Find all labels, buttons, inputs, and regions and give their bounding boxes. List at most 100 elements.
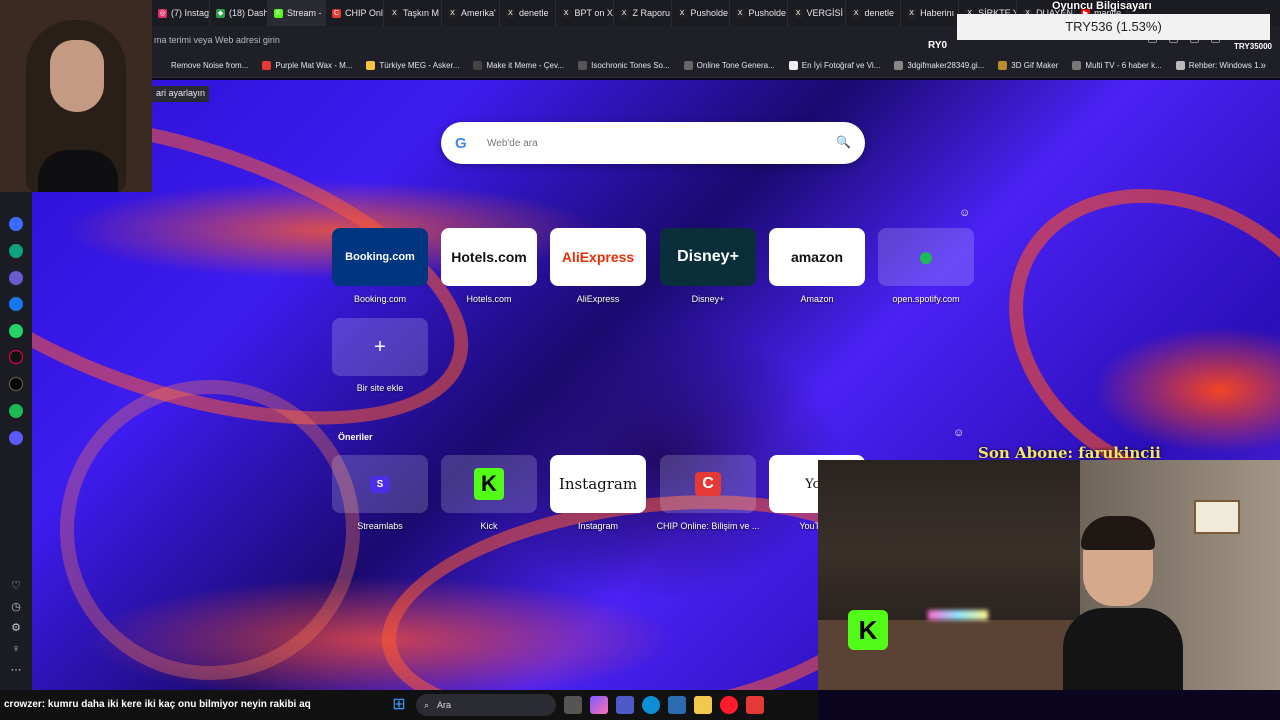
tab-favicon-icon: X (735, 8, 745, 18)
bookmarks-more-button[interactable]: » (1260, 60, 1266, 71)
chat-message: : kumru daha iki kere iki kaç onu bilmiy… (41, 699, 311, 710)
search-icon[interactable]: 🔍 (836, 135, 851, 149)
tab-label: Z Raporu (632, 8, 671, 18)
app-icon[interactable] (746, 696, 764, 714)
bookmark-favicon-icon (578, 61, 588, 70)
suggestion-label: CHIP Online: Bilişim ve ... (656, 521, 760, 531)
bookmark-item[interactable]: Türkiye MEG - Asker... (366, 61, 459, 70)
search-box[interactable]: G 🔍 (441, 122, 865, 164)
speed-dial-tile[interactable]: Booking.com (332, 228, 428, 286)
bookmark-item[interactable]: Online Tone Genera... (683, 61, 775, 70)
donation-goal-target: TRY35000 (1234, 42, 1272, 51)
suggestion-logo: Instagram (558, 475, 638, 493)
bookmark-item[interactable]: 3dgifmaker28349.gi... (894, 61, 984, 70)
bookmark-item[interactable]: Purple Mat Wax - M... (262, 61, 352, 70)
copilot-icon[interactable] (590, 696, 608, 714)
store-icon[interactable] (668, 696, 686, 714)
tab-favicon-icon: X (506, 8, 515, 18)
bookmark-item[interactable]: Remove Noise from... (158, 61, 248, 70)
search-input[interactable] (487, 137, 827, 149)
add-site-button[interactable]: + (332, 318, 428, 376)
tab-11[interactable]: X VERGİSİ (788, 0, 846, 26)
bookmark-item[interactable]: En İyi Fotoğraf ve Vi... (788, 61, 880, 70)
tiktok-icon[interactable] (9, 350, 23, 364)
suggestion-logo: C (695, 472, 721, 496)
tab-9[interactable]: X Pusholde (672, 0, 730, 26)
taskbar-search-label: Ara (437, 700, 452, 710)
suggestion-tile[interactable]: C (660, 455, 756, 513)
browser-sidebar: ♡ ◷ ⚙ ♀ ⋯ (0, 192, 32, 690)
bookmark-item[interactable]: Make it Meme - Çev... (473, 61, 564, 70)
tab-12[interactable]: Xdenetle (846, 0, 902, 26)
tab-6[interactable]: Xdenetle (500, 0, 556, 26)
bookmark-item[interactable]: Multi TV - 6 haber k... (1072, 61, 1162, 70)
tab-favicon-icon: X (907, 8, 917, 18)
tab-label: denetle (864, 8, 895, 18)
address-placeholder[interactable]: ma terimi veya Web adresi girin (154, 35, 280, 45)
search-icon: ⌕ (424, 699, 430, 710)
tab-8[interactable]: XZ Raporu (614, 0, 672, 26)
history-icon[interactable]: ◷ (10, 601, 22, 613)
add-site-label: Bir site ekle (356, 383, 404, 393)
tab-favicon-icon: C (332, 8, 341, 18)
suggestion-tile[interactable]: Instagram (550, 455, 646, 513)
tab-favicon-icon: X (619, 8, 629, 18)
chatgpt-icon[interactable] (9, 244, 23, 258)
chat-username: crowzer (4, 699, 42, 710)
edge-icon[interactable] (642, 696, 660, 714)
tab-3[interactable]: C CHIP Onl (326, 0, 384, 26)
heart-icon[interactable]: ♡ (10, 580, 22, 592)
bookmark-item[interactable]: Rehber: Windows 1... (1175, 61, 1265, 70)
tab-4[interactable]: X Taşkın M (384, 0, 442, 26)
speed-dial-tile[interactable]: amazon (769, 228, 865, 286)
bookmark-item[interactable]: Isochronic Tones So... (578, 61, 670, 70)
task-view-icon[interactable] (564, 696, 582, 714)
suggestion-tile[interactable]: S (332, 455, 428, 513)
explorer-icon[interactable] (694, 696, 712, 714)
tab-13[interactable]: X Haberinı (901, 0, 960, 26)
tab-10[interactable]: X Pusholde (730, 0, 788, 26)
tab-0[interactable]: ◎ (7) Instag (152, 0, 210, 26)
speed-dial-tile[interactable]: Disney+ (660, 228, 756, 286)
teams-icon[interactable] (616, 696, 634, 714)
google-icon: G (455, 134, 467, 152)
bookmark-label: Multi TV - 6 haber k... (1085, 61, 1162, 70)
chatsonic-icon[interactable] (9, 271, 23, 285)
smiley-icon[interactable]: ☺ (959, 207, 970, 219)
tab-favicon-icon: X (677, 8, 687, 18)
speed-dial-label: Amazon (800, 294, 834, 304)
x-icon[interactable] (9, 377, 23, 391)
bookmark-label: Türkiye MEG - Asker... (379, 61, 460, 70)
taskbar-search[interactable]: ⌕ Ara (416, 694, 556, 716)
speed-dial-label: Disney+ (691, 294, 725, 304)
tab-favicon-icon: X (561, 8, 571, 18)
player-icon[interactable] (9, 431, 23, 445)
settings-icon[interactable]: ⚙ (10, 622, 22, 634)
speed-dial-tile[interactable]: ● (878, 228, 974, 286)
speed-dial-tile[interactable]: AliExpress (550, 228, 646, 286)
bulb-icon[interactable]: ♀ (10, 643, 22, 655)
tab-5[interactable]: X Amerika' (442, 0, 500, 26)
tab-favicon-icon: K (274, 8, 283, 18)
donation-goal-bar: TRY536 (1.53%) (957, 14, 1270, 40)
windows-start-icon[interactable]: ⊞ (390, 696, 408, 714)
spotify-icon[interactable] (9, 404, 23, 418)
smiley-icon-2[interactable]: ☺ (953, 427, 964, 439)
whatsapp-icon[interactable] (9, 324, 23, 338)
tab-2[interactable]: K Stream - (268, 0, 326, 26)
donation-goal-title: Oyuncu Bilgisayarı (1052, 0, 1152, 12)
aria-icon[interactable] (9, 217, 23, 231)
donation-goal-start: RY0 (928, 40, 948, 51)
messenger-icon[interactable] (9, 297, 23, 311)
opera-icon[interactable] (720, 696, 738, 714)
bookmark-item[interactable]: 3D Gif Maker (998, 61, 1058, 70)
speed-dial-tile[interactable]: Hotels.com (441, 228, 537, 286)
bookmark-label: Remove Noise from... (171, 61, 249, 70)
bookmark-favicon-icon (262, 61, 272, 70)
suggestion-tile[interactable]: K (441, 455, 537, 513)
tab-1[interactable]: ◆ (18) Dash (210, 0, 268, 26)
more-icon[interactable]: ⋯ (10, 664, 22, 676)
tab-favicon-icon: X (390, 8, 399, 18)
suggestion-logo: S (369, 475, 391, 493)
tab-7[interactable]: X BPT on X (556, 0, 614, 26)
